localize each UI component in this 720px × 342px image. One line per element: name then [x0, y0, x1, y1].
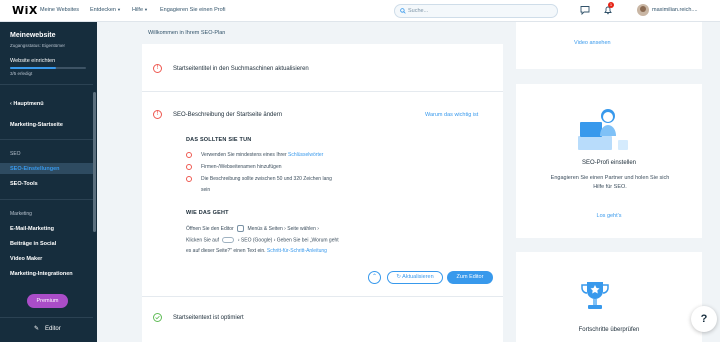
keywords-link[interactable]: Schlüsselwörter	[288, 152, 323, 158]
how-heading: WIE DAS GEHT	[186, 210, 229, 216]
notification-badge: 1	[608, 2, 614, 8]
section-marketing: Marketing	[10, 211, 32, 217]
task-homepage-text[interactable]: Startseitentext ist optimiert	[173, 315, 244, 321]
chevron-up-icon: ⌃	[371, 274, 378, 280]
sidebar-item-seo-tools[interactable]: SEO-Tools	[10, 181, 38, 187]
wix-logo[interactable]: WiX	[12, 4, 38, 17]
sidebar-item-social-posts[interactable]: Beiträge in Social	[10, 241, 56, 247]
checkmark-icon	[153, 313, 162, 322]
todo-item: Firmen-/Webseitenamen hinzufügen	[201, 164, 282, 170]
sidebar-scrollbar[interactable]	[93, 92, 96, 232]
site-name[interactable]: Meinewebsite	[10, 32, 56, 39]
chat-icon[interactable]	[580, 5, 590, 15]
nav-hire-pro[interactable]: Engagieren Sie einen Profi	[160, 7, 225, 13]
how-step: Klicken Sie auf › SEO (Google) › Geben S…	[186, 237, 339, 244]
top-bar: WiX Meine Websites Entdecken▼ Hilfe▼ Eng…	[0, 0, 720, 22]
task-homepage-title[interactable]: Startseitentitel in den Suchmaschinen ak…	[173, 66, 309, 72]
trophy-icon	[581, 282, 609, 309]
pencil-icon: ✎	[34, 326, 40, 332]
alert-icon: !	[153, 110, 162, 119]
sidebar-item-marketing-integrations[interactable]: Marketing-Integrationen	[10, 271, 73, 277]
todo-item-continued: sein	[201, 187, 211, 193]
task-homepage-description[interactable]: SEO-Beschreibung der Startseite ändern	[173, 112, 282, 118]
editor-button[interactable]: ✎ Editor	[34, 325, 61, 332]
how-step: es auf dieser Seite?" einen Text ein. Sc…	[186, 248, 327, 254]
sidebar: Meinewebsite Zugangsstatus: Eigentümer W…	[0, 22, 97, 342]
help-button[interactable]: ?	[691, 306, 717, 332]
search-icon	[400, 8, 406, 14]
check-progress-title: Fortschritte überprüfen	[578, 327, 640, 333]
pages-icon	[237, 225, 245, 232]
seo-checklist-card: ! Startseitentitel in den Suchmaschinen …	[142, 44, 503, 342]
setup-label[interactable]: Website einrichten	[10, 58, 55, 64]
setup-progress-fill	[10, 67, 56, 69]
divider	[0, 84, 93, 85]
divider	[0, 139, 93, 140]
section-seo: SEO	[10, 151, 21, 157]
more-icon	[222, 237, 235, 243]
breadcrumb: Willkommen in Ihrem SEO-Plan	[148, 30, 226, 36]
nav-my-websites[interactable]: Meine Websites	[40, 7, 79, 13]
hire-pro-title: SEO-Profi einstellen	[581, 160, 637, 166]
setup-progress-text: 3/5 erledigt	[10, 71, 33, 76]
back-to-main-menu[interactable]: ‹ Hauptmenü	[10, 101, 44, 107]
avatar[interactable]	[637, 4, 649, 16]
refresh-icon: ↻	[396, 274, 401, 280]
hire-pro-description: Engagieren Sie einen Partner und holen S…	[550, 175, 670, 190]
go-to-editor-button[interactable]: Zum Editor	[447, 271, 493, 284]
collapse-button[interactable]: ⌃	[368, 271, 381, 284]
alert-icon: !	[153, 64, 162, 73]
todo-alert-icon	[186, 176, 192, 182]
sidebar-item-video-maker[interactable]: Video Maker	[10, 256, 42, 262]
divider	[0, 317, 93, 318]
nav-explore[interactable]: Entdecken▼	[90, 7, 121, 13]
todo-heading: DAS SOLLTEN SIE TUN	[186, 137, 252, 143]
username[interactable]: maximilian.reich....	[652, 7, 698, 13]
watch-video-link[interactable]: Video ansehen	[574, 40, 611, 46]
refresh-button[interactable]: ↻ Aktualisieren	[387, 271, 443, 284]
chevron-down-icon: ▼	[144, 7, 148, 12]
sidebar-item-email-marketing[interactable]: E-Mail-Marketing	[10, 226, 54, 232]
check-glyph	[155, 315, 160, 320]
sidebar-item-marketing-home[interactable]: Marketing-Startseite	[10, 122, 63, 128]
why-important-link[interactable]: Warum das wichtig ist	[425, 112, 478, 118]
setup-progress-bar	[10, 67, 86, 69]
divider	[0, 199, 93, 200]
pro-illustration-icon	[578, 109, 628, 150]
divider	[142, 296, 503, 297]
how-step: Öffnen Sie den Editor Menüs & Seiten › S…	[186, 225, 319, 232]
step-by-step-link[interactable]: Schritt-für-Schritt-Anleitung	[267, 248, 327, 254]
chevron-down-icon: ▼	[117, 7, 121, 12]
todo-alert-icon	[186, 152, 192, 158]
divider	[142, 91, 503, 92]
get-started-link[interactable]: Los geht's	[516, 213, 702, 219]
search-input[interactable]: Suche...	[394, 4, 558, 18]
site-role: Zugangsstatus: Eigentümer	[10, 43, 66, 48]
todo-item: Die Beschreibung sollte zwischen 50 und …	[201, 176, 332, 182]
todo-alert-icon	[186, 164, 192, 170]
nav-help[interactable]: Hilfe▼	[132, 7, 148, 13]
premium-button[interactable]: Premium	[27, 294, 68, 308]
sidebar-item-seo-settings[interactable]: SEO-Einstellungen	[10, 166, 60, 172]
todo-item: Verwenden Sie mindestens eines Ihrer Sch…	[201, 152, 324, 158]
